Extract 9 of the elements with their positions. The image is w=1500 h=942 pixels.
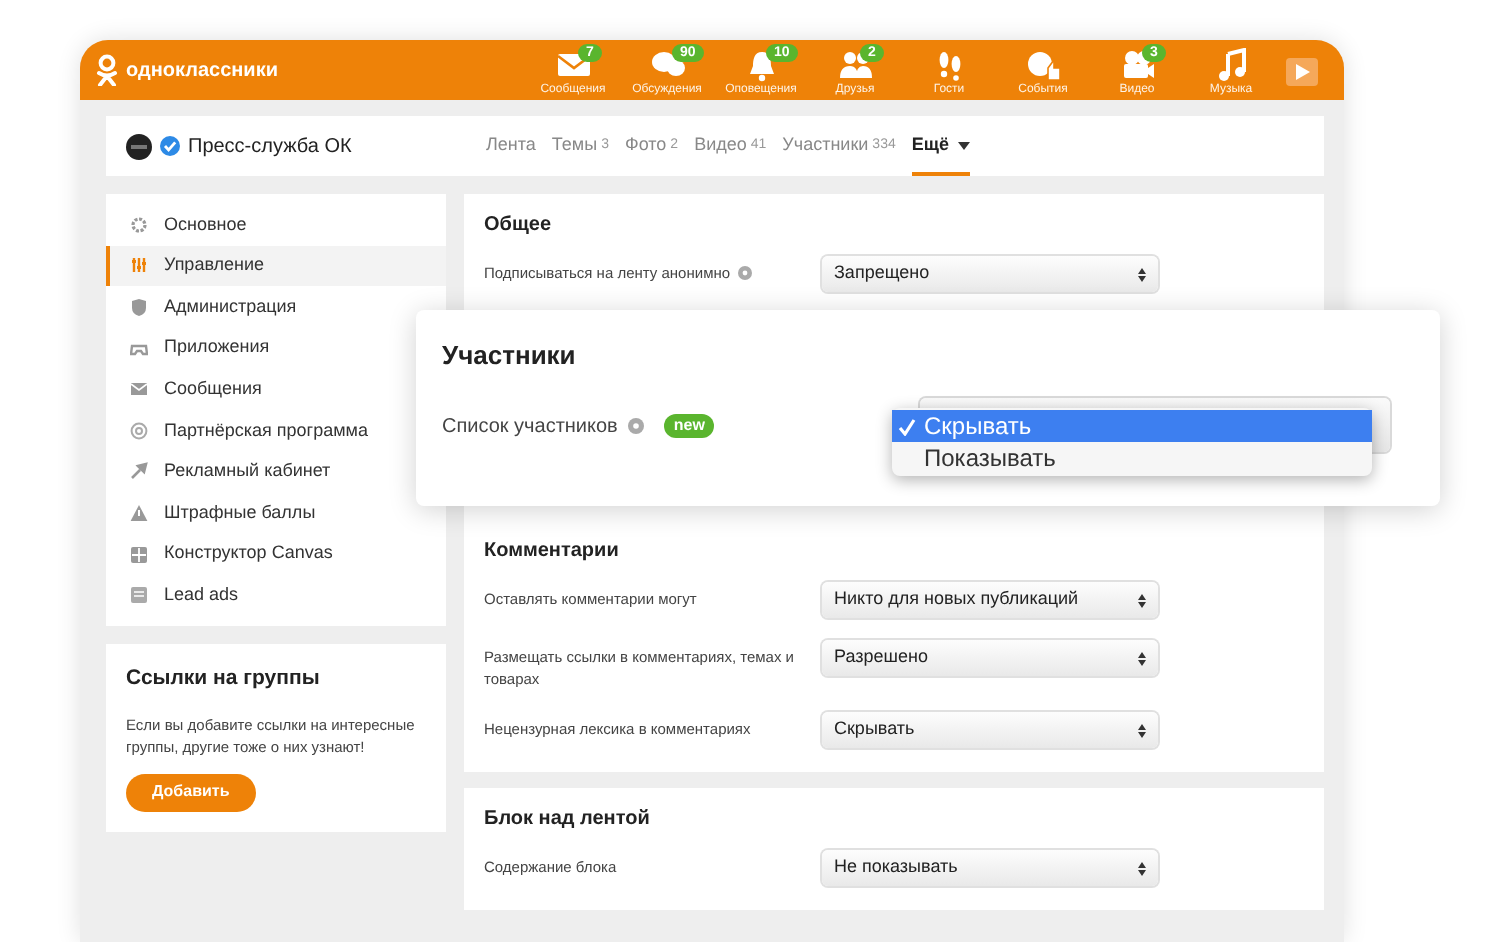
new-badge: new: [663, 414, 715, 438]
logo-text: одноклассники: [126, 57, 278, 85]
section-title: Общее: [484, 212, 554, 240]
setting-label: Список участников: [442, 413, 618, 441]
section-title: Комментарии: [484, 538, 621, 566]
section-title: Блок над лентой: [484, 806, 652, 834]
group-name: Пресс-служба ОК: [188, 133, 352, 161]
popup-title: Участники: [442, 338, 578, 374]
card-title: Ссылки на группы: [126, 663, 322, 694]
